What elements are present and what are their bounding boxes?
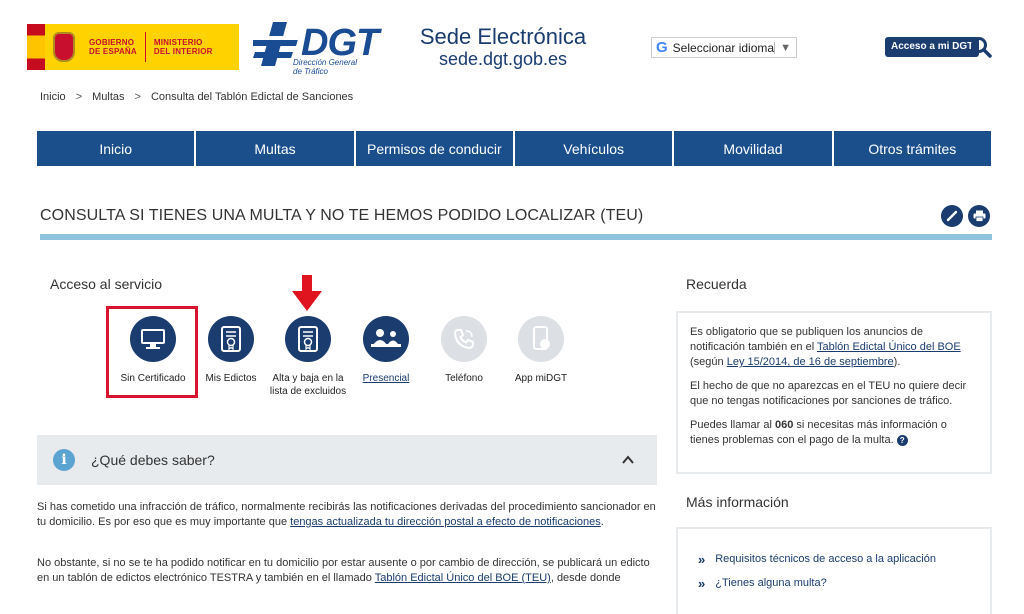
- service-label: Presencial: [362, 373, 410, 384]
- red-arrow-down-icon: [292, 275, 322, 311]
- phone-icon: [453, 329, 474, 350]
- certificate-document-icon: [221, 326, 241, 352]
- service-alta-baja-excluidos[interactable]: Alta y baja en la lista de excluidos: [263, 316, 353, 398]
- double-chevron-right-icon: »: [698, 575, 706, 591]
- highlight-box: [106, 306, 198, 398]
- recuerda-heading: Recuerda: [686, 276, 747, 292]
- breadcrumb-inicio[interactable]: Inicio: [40, 91, 66, 103]
- teu-boe-link[interactable]: Tablón Edictal Único del BOE (TEU): [375, 572, 551, 584]
- spain-flag-icon: [27, 24, 45, 70]
- acceso-heading: Acceso al servicio: [50, 276, 163, 292]
- accordion-title: ¿Qué debes saber?: [91, 452, 215, 468]
- recuerda-paragraph-3: Puedes llamar al 060 si necesitas más in…: [690, 419, 947, 446]
- nav-item-inicio[interactable]: Inicio: [37, 131, 195, 166]
- mas-info-link-requisitos[interactable]: » Requisitos técnicos de acceso a la apl…: [698, 547, 970, 571]
- site-header: GOBIERNO DE ESPAÑA MINISTERIO DEL INTERIOR…: [0, 0, 1024, 86]
- nav-item-vehiculos[interactable]: Vehículos: [514, 131, 673, 166]
- breadcrumb: Inicio > Multas > Consulta del Tablón Ed…: [40, 91, 353, 103]
- dropdown-arrow-icon: ▼: [774, 41, 796, 54]
- dgt-subtitle: Dirección General de Tráfico: [293, 58, 358, 76]
- share-button[interactable]: [941, 205, 963, 227]
- language-selector[interactable]: G Seleccionar idioma ▼: [651, 37, 797, 58]
- main-nav: Inicio Multas Permisos de conducir Vehíc…: [37, 131, 991, 166]
- info-icon: i: [53, 449, 75, 471]
- nav-item-movilidad[interactable]: Movilidad: [674, 131, 832, 166]
- chevron-up-icon[interactable]: [621, 453, 635, 467]
- service-app-midgt: App miDGT: [496, 316, 586, 385]
- gobierno-text: GOBIERNO DE ESPAÑA: [89, 38, 137, 56]
- sede-url: sede.dgt.gob.es: [438, 49, 568, 69]
- service-label: Alta y baja en la lista de excluidos: [269, 373, 347, 397]
- page-title: CONSULTA SI TIENES UNA MULTA Y NO TE HEM…: [40, 207, 644, 224]
- service-label: App miDGT: [514, 373, 568, 384]
- acceso-mi-dgt-button[interactable]: Acceso a mi DGT: [885, 37, 980, 57]
- nav-item-multas[interactable]: Multas: [196, 131, 354, 166]
- printer-icon: [973, 210, 985, 222]
- ministerio-text: MINISTERIO DEL INTERIOR: [153, 38, 213, 56]
- nav-item-permisos[interactable]: Permisos de conducir: [355, 131, 513, 166]
- sede-title: Sede Electrónica: [419, 24, 587, 49]
- mas-info-box: » Requisitos técnicos de acceso a la apl…: [676, 527, 992, 614]
- que-debes-saber-accordion[interactable]: i ¿Qué debes saber?: [37, 435, 657, 485]
- title-underline: [40, 234, 992, 240]
- sede-electronica-title[interactable]: Sede Electrónica sede.dgt.gob.es: [418, 24, 588, 70]
- info-paragraph-1: Si has cometido una infracción de tráfic…: [37, 501, 656, 528]
- tablon-edictal-link[interactable]: Tablón Edictal Único del BOE: [817, 341, 961, 353]
- breadcrumb-current: Consulta del Tablón Edictal de Sanciones: [150, 91, 354, 103]
- breadcrumb-multas[interactable]: Multas: [92, 91, 124, 103]
- certificate-document-icon: [298, 326, 318, 352]
- double-chevron-right-icon: »: [698, 551, 706, 567]
- info-paragraph-2: No obstante, si no se te ha podido notif…: [37, 557, 650, 584]
- people-desk-icon: [371, 329, 401, 347]
- recuerda-paragraph-2: El hecho de que no aparezcas en el TEU n…: [690, 380, 967, 407]
- help-icon[interactable]: ?: [896, 434, 908, 446]
- nav-item-otros-tramites[interactable]: Otros trámites: [833, 131, 991, 166]
- chevron-right-icon: >: [134, 91, 141, 103]
- mas-info-link-multa[interactable]: » ¿Tienes alguna multa?: [698, 571, 970, 595]
- language-selector-label: Seleccionar idioma: [672, 40, 775, 55]
- direccion-postal-link[interactable]: tengas actualizada tu dirección postal a…: [290, 516, 601, 528]
- dgt-logo[interactable]: DGT Dirección General de Tráfico: [253, 20, 379, 80]
- ley-15-2014-link[interactable]: Ley 15/2014, de 16 de septiembre: [727, 356, 894, 368]
- print-button[interactable]: [968, 205, 990, 227]
- chevron-right-icon: >: [75, 91, 83, 103]
- mobile-app-icon: [533, 326, 550, 350]
- search-icon[interactable]: [970, 36, 992, 58]
- recuerda-box: Es obligatorio que se publiquen los anun…: [676, 311, 992, 474]
- mas-info-heading: Más información: [686, 494, 789, 510]
- coat-of-arms-icon: [45, 24, 83, 70]
- service-presencial[interactable]: Presencial: [341, 316, 431, 385]
- pencil-icon: [946, 210, 958, 222]
- recuerda-paragraph-1: Es obligatorio que se publiquen los anun…: [690, 326, 961, 368]
- gobierno-logo[interactable]: GOBIERNO DE ESPAÑA MINISTERIO DEL INTERIOR: [27, 24, 239, 70]
- google-icon: G: [656, 39, 668, 56]
